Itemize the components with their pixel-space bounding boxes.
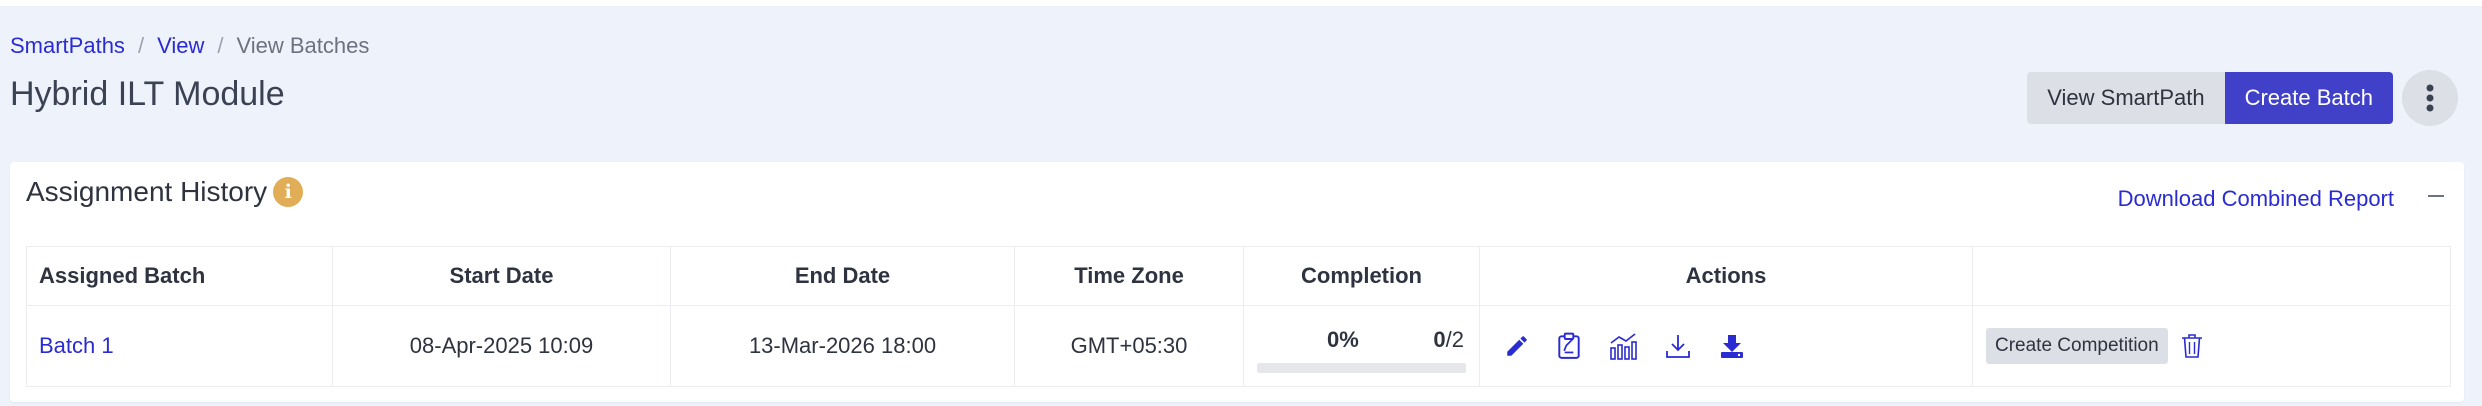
collapse-icon[interactable]: [2428, 195, 2444, 197]
breadcrumb-separator: /: [217, 33, 224, 58]
panel-title-text: Assignment History: [26, 176, 268, 207]
download-combined-report-link[interactable]: Download Combined Report: [2118, 186, 2394, 212]
column-header-actions: Actions: [1479, 246, 1973, 306]
cell-start-date: 08-Apr-2025 10:09: [332, 305, 671, 387]
completion-progress-bar: [1257, 363, 1466, 373]
download-outline-icon[interactable]: [1664, 332, 1692, 360]
download-filled-icon[interactable]: [1718, 333, 1746, 359]
page-title: Hybrid ILT Module: [10, 75, 285, 113]
column-header-completion: Completion: [1243, 246, 1480, 306]
column-header-assigned-batch: Assigned Batch: [26, 246, 333, 306]
assignment-table: Assigned Batch Start Date End Date Time …: [26, 246, 2451, 387]
cell-batch: Batch 1: [26, 305, 333, 387]
column-header-time-zone: Time Zone: [1014, 246, 1244, 306]
analytics-icon[interactable]: [1608, 332, 1638, 360]
breadcrumb: SmartPaths / View / View Batches: [10, 33, 369, 59]
create-batch-button[interactable]: Create Batch: [2224, 72, 2393, 124]
breadcrumb-separator: /: [137, 33, 145, 58]
column-header-start-date: Start Date: [332, 246, 671, 306]
column-header-end-date: End Date: [670, 246, 1015, 306]
header-actions: View SmartPath Create Batch: [2027, 70, 2458, 126]
cell-end-date: 13-Mar-2026 18:00: [670, 305, 1015, 387]
cell-completion: 0% 0/2: [1243, 305, 1480, 387]
assignment-history-panel: Assignment History i Download Combined R…: [10, 162, 2464, 402]
completion-done: 0: [1433, 327, 1446, 352]
column-header-blank: [1972, 246, 2451, 306]
breadcrumb-smartpaths[interactable]: SmartPaths: [10, 33, 125, 59]
row-actions: [1481, 332, 1971, 360]
trash-icon[interactable]: [2180, 332, 2204, 360]
batch-link[interactable]: Batch 1: [39, 333, 114, 358]
vertical-ellipsis-icon: [2426, 84, 2434, 112]
cell-extra: Create Competition: [1972, 305, 2451, 387]
completion-count: 0/2: [1433, 327, 1464, 353]
row-extra-actions: Create Competition: [1974, 328, 2449, 364]
completion-percent: 0%: [1327, 327, 1359, 352]
table-row: Batch 1 08-Apr-2025 10:09 13-Mar-2026 18…: [26, 305, 2451, 387]
clipboard-icon[interactable]: [1556, 332, 1582, 360]
completion-widget: 0% 0/2: [1245, 307, 1478, 385]
completion-total: /2: [1445, 327, 1464, 352]
view-smartpath-button[interactable]: View SmartPath: [2027, 72, 2225, 124]
cell-time-zone: GMT+05:30: [1014, 305, 1244, 387]
top-strip: [0, 0, 2482, 6]
breadcrumb-view[interactable]: View: [157, 33, 204, 59]
panel-title: Assignment History i: [26, 176, 304, 208]
info-icon[interactable]: i: [273, 177, 304, 207]
edit-pencil-icon[interactable]: [1504, 333, 1530, 359]
cell-actions: [1479, 305, 1973, 387]
more-options-button[interactable]: [2402, 70, 2458, 126]
table-header-row: Assigned Batch Start Date End Date Time …: [26, 246, 2451, 306]
breadcrumb-current: View Batches: [236, 33, 370, 58]
create-competition-button[interactable]: Create Competition: [1986, 328, 2168, 364]
